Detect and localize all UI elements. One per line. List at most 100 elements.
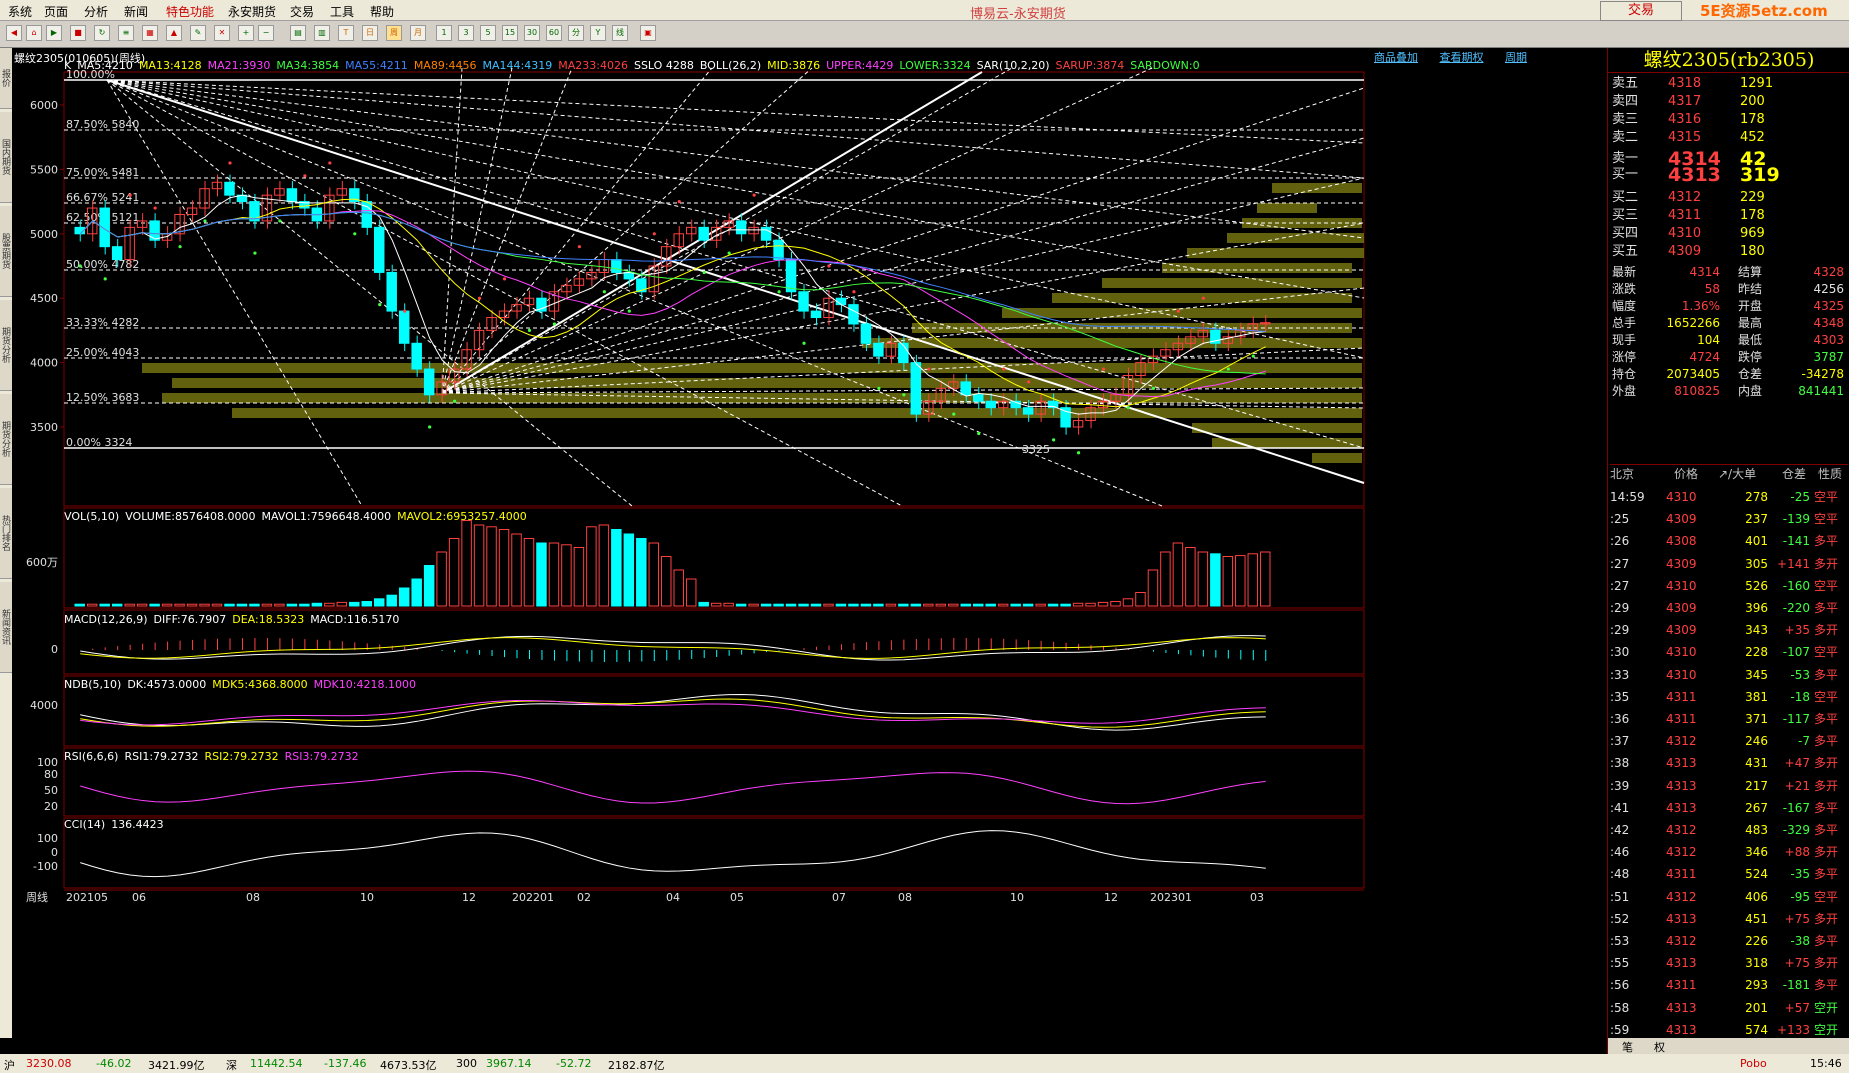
- calculator-icon[interactable]: ▣: [640, 25, 656, 41]
- stop-icon[interactable]: ■: [70, 25, 86, 41]
- ask-row[interactable]: 卖五 4318 1291: [1612, 74, 1848, 94]
- tick-cell: 4311: [1666, 867, 1697, 882]
- date-label: 08: [898, 891, 912, 904]
- tick-row[interactable]: :42 4312 483 -329 多平: [1610, 819, 1848, 841]
- period-minute[interactable]: 分: [568, 25, 584, 41]
- period-5min[interactable]: 5: [480, 25, 496, 41]
- tick-row[interactable]: :41 4313 267 -167 多平: [1610, 797, 1848, 819]
- ask-row[interactable]: 卖二 4315 452: [1612, 128, 1848, 148]
- left-tab-analysis2[interactable]: 期货分析: [0, 394, 12, 485]
- tick-cell: 空平: [1814, 578, 1839, 593]
- zoom-out-icon[interactable]: −: [258, 25, 274, 41]
- tick-row[interactable]: :25 4309 237 -139 空平: [1610, 508, 1848, 530]
- period-year[interactable]: Y: [590, 25, 606, 41]
- tick-row[interactable]: :26 4308 401 -141 多平: [1610, 530, 1848, 552]
- forward-icon[interactable]: ▶: [46, 25, 62, 41]
- menu-features[interactable]: 特色功能: [166, 3, 214, 20]
- period-30min[interactable]: 30: [524, 25, 540, 41]
- menu-help[interactable]: 帮助: [370, 3, 394, 20]
- tick-cell: -38: [1790, 934, 1810, 948]
- bid-row[interactable]: 买三 4311 178: [1612, 206, 1848, 226]
- volume-bar: [810, 603, 822, 607]
- tab-ticks[interactable]: 笔: [1622, 1039, 1633, 1055]
- tick-row[interactable]: :51 4312 406 -95 空平: [1610, 886, 1848, 908]
- tick-row[interactable]: :30 4310 228 -107 空平: [1610, 641, 1848, 663]
- panel-frame: [63, 747, 1365, 817]
- tick-row[interactable]: :53 4312 226 -38 多平: [1610, 930, 1848, 952]
- list-icon[interactable]: ≡: [118, 25, 134, 41]
- volume-bar: [111, 603, 123, 607]
- tick-row[interactable]: :52 4313 451 +75 多开: [1610, 908, 1848, 930]
- fib-label: 100.00%: [66, 68, 115, 81]
- grid-icon[interactable]: ▤: [290, 25, 306, 41]
- menu-tools[interactable]: 工具: [330, 3, 354, 20]
- tick-cell: :35: [1610, 689, 1630, 704]
- menu-analysis[interactable]: 分析: [84, 3, 108, 20]
- period-month[interactable]: 月: [410, 25, 426, 41]
- tick-row[interactable]: :27 4309 305 +141 多开: [1610, 553, 1848, 575]
- bid-row[interactable]: 买一 4313 319: [1612, 162, 1848, 188]
- menu-page[interactable]: 页面: [44, 3, 68, 20]
- left-tab-quote[interactable]: 报价: [0, 48, 12, 109]
- tick-row[interactable]: :36 4311 371 -117 多平: [1610, 708, 1848, 730]
- tick-cell: 多平: [1814, 734, 1839, 749]
- stats-icon[interactable]: ▥: [314, 25, 330, 41]
- layout-icon[interactable]: ▦: [142, 25, 158, 41]
- period-3min[interactable]: 3: [458, 25, 474, 41]
- watermark: 5E资源5etz.com: [1700, 2, 1828, 20]
- tick-row[interactable]: :29 4309 396 -220 多平: [1610, 597, 1848, 619]
- tab-rights[interactable]: 权: [1654, 1039, 1665, 1055]
- tick-row[interactable]: :29 4309 343 +35 多开: [1610, 619, 1848, 641]
- menu-system[interactable]: 系统: [8, 3, 32, 20]
- period-week[interactable]: 周: [386, 25, 402, 41]
- tick-row[interactable]: :37 4312 246 -7 多平: [1610, 730, 1848, 752]
- bid-row[interactable]: 买二 4312 229: [1612, 188, 1848, 208]
- refresh-icon[interactable]: ↻: [94, 25, 110, 41]
- period-1min[interactable]: 1: [436, 25, 452, 41]
- left-tab-domestic[interactable]: 国内期货: [0, 112, 12, 203]
- period-line[interactable]: 线: [612, 25, 628, 41]
- draw-icon[interactable]: ✎: [190, 25, 206, 41]
- tick-row[interactable]: :56 4311 293 -181 多平: [1610, 974, 1848, 996]
- tick-row[interactable]: 14:59 4310 278 -25 空平: [1610, 486, 1848, 508]
- tick-row[interactable]: :48 4311 524 -35 多平: [1610, 863, 1848, 885]
- left-tab-stocks[interactable]: 股票期货: [0, 206, 12, 297]
- home-icon[interactable]: ⌂: [26, 25, 42, 41]
- tick-row[interactable]: :58 4313 201 +57 空开: [1610, 997, 1848, 1019]
- menu-news[interactable]: 新闻: [124, 3, 148, 20]
- trade-button[interactable]: 交易: [1600, 1, 1682, 21]
- tick-row[interactable]: :35 4311 381 -18 空平: [1610, 686, 1848, 708]
- date-label: 12: [462, 891, 476, 904]
- fib-label: 33.33% 4282: [66, 316, 139, 329]
- clear-icon[interactable]: ✕: [214, 25, 230, 41]
- ob-volume: 200: [1740, 94, 1765, 109]
- ask-row[interactable]: 卖四 4317 200: [1612, 92, 1848, 112]
- date-label: 07: [832, 891, 846, 904]
- left-tab-news[interactable]: 新闻资讯: [0, 582, 12, 673]
- tick-row[interactable]: :27 4310 526 -160 空平: [1610, 575, 1848, 597]
- bid-row[interactable]: 买四 4310 969: [1612, 224, 1848, 244]
- chart-area[interactable]: 螺纹2305(010605)(周线) 商品叠加 查看期权 周期 K MA5:421…: [12, 48, 1607, 1054]
- menu-trade[interactable]: 交易: [290, 3, 314, 20]
- ask-row[interactable]: 卖三 4316 178: [1612, 110, 1848, 130]
- tick-row[interactable]: :33 4310 345 -53 多平: [1610, 664, 1848, 686]
- left-tab-analysis[interactable]: 期货分析: [0, 300, 12, 391]
- tick-row[interactable]: :39 4313 217 +21 多开: [1610, 775, 1848, 797]
- period-day[interactable]: 日: [362, 25, 378, 41]
- menu-yongan[interactable]: 永安期货: [228, 3, 276, 20]
- tick-row[interactable]: :38 4313 431 +47 多开: [1610, 752, 1848, 774]
- sar-dot: [453, 399, 457, 403]
- zoom-in-icon[interactable]: +: [238, 25, 254, 41]
- tick-row[interactable]: :46 4312 346 +88 多开: [1610, 841, 1848, 863]
- left-tab-ranking[interactable]: 热门排名: [0, 488, 12, 579]
- period-15min[interactable]: 15: [502, 25, 518, 41]
- tick-cell: -18: [1790, 689, 1810, 704]
- tick-row[interactable]: :55 4313 318 +75 多开: [1610, 952, 1848, 974]
- tick-icon[interactable]: T: [338, 25, 354, 41]
- period-60min[interactable]: 60: [546, 25, 562, 41]
- bid-row[interactable]: 买五 4309 180: [1612, 242, 1848, 262]
- chart-icon[interactable]: ▲: [166, 25, 182, 41]
- tick-cell: 246: [1745, 734, 1768, 749]
- tick-cell: 4312: [1666, 889, 1697, 904]
- back-icon[interactable]: ◀: [6, 25, 22, 41]
